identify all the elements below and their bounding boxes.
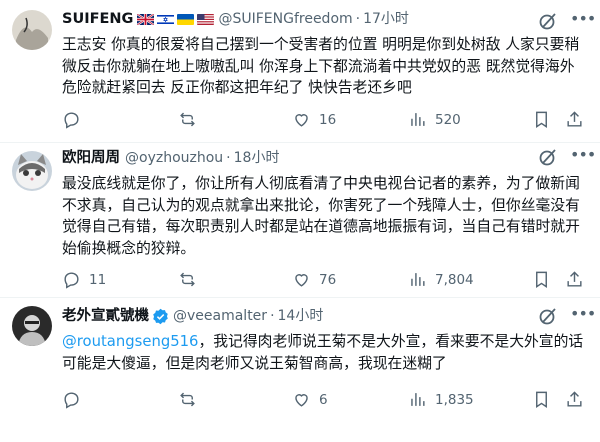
timestamp[interactable]: 14小时 xyxy=(278,305,324,327)
bookmark-button[interactable] xyxy=(532,270,551,289)
share-button[interactable] xyxy=(565,390,584,409)
view-count: 520 xyxy=(435,111,461,128)
handle[interactable]: @SUIFENGfreedom xyxy=(218,8,352,30)
reply-icon xyxy=(64,392,79,409)
display-name[interactable]: 老外宣貳號機 xyxy=(62,305,149,327)
more-options-icon[interactable]: ••• xyxy=(570,11,596,31)
repost-icon xyxy=(180,272,195,287)
tweet-content: SUIFENG @SUIFENGfreedom · 17小时 王志安 你真的很爱… xyxy=(62,8,586,99)
bookmark-icon xyxy=(536,271,547,288)
repost-button[interactable] xyxy=(178,270,205,289)
like-button[interactable]: 76 xyxy=(292,270,336,289)
reply-button[interactable]: 11 xyxy=(62,270,106,289)
reply-count: 11 xyxy=(89,271,107,288)
israel-flag-icon xyxy=(157,13,175,25)
verified-badge-icon[interactable] xyxy=(152,308,169,325)
tweet-actions xyxy=(62,422,586,442)
more-options-icon[interactable]: ••• xyxy=(570,147,596,167)
grok-icon[interactable] xyxy=(538,11,558,31)
tweet-header: 老外宣貳號機 @veeamalter · 14小时 xyxy=(62,305,586,327)
like-count: 6 xyxy=(319,391,328,408)
avatar[interactable] xyxy=(12,10,52,50)
avatar[interactable] xyxy=(12,306,52,346)
display-name[interactable]: SUIFENG xyxy=(62,8,133,30)
like-count: 16 xyxy=(319,111,337,128)
like-button[interactable]: 16 xyxy=(292,110,336,129)
more-options-icon[interactable]: ••• xyxy=(570,306,596,326)
repost-icon xyxy=(180,112,195,127)
bookmark-button[interactable] xyxy=(532,390,551,409)
grok-icon[interactable] xyxy=(538,147,558,167)
bookmark-icon xyxy=(536,391,547,408)
reply-button[interactable] xyxy=(62,110,89,129)
heart-icon xyxy=(295,274,308,287)
tweet-text: @routangseng516，我记得肉老师说王菊不是大外宣，看来要不是大外宣的… xyxy=(62,331,586,374)
views-icon xyxy=(411,273,425,286)
separator-dot: · xyxy=(226,150,231,166)
views-button[interactable]: 1,835 xyxy=(408,390,474,409)
tweet-header: SUIFENG @SUIFENGfreedom · 17小时 xyxy=(62,8,586,30)
share-icon xyxy=(567,391,582,407)
reply-icon xyxy=(64,112,79,129)
like-button[interactable]: 6 xyxy=(292,390,328,409)
us-flag-icon xyxy=(197,13,215,25)
views-button[interactable]: 7,804 xyxy=(408,270,474,289)
separator-dot: · xyxy=(270,308,275,324)
tweet-content: 欧阳周周 @oyzhouzhou · 18小时 最没底线就是你了，你让所有人彻底… xyxy=(62,147,586,259)
reply-button[interactable] xyxy=(62,390,89,409)
handle[interactable]: @oyzhouzhou xyxy=(125,147,223,169)
tweet-text: 最没底线就是你了，你让所有人彻底看清了中央电视台记者的素养，为了做新闻不求真，自… xyxy=(62,175,580,257)
share-button[interactable] xyxy=(565,110,584,129)
bookmark-button[interactable] xyxy=(532,110,551,129)
views-icon xyxy=(411,393,425,406)
avatar[interactable] xyxy=(12,151,52,191)
grok-icon[interactable] xyxy=(538,306,558,326)
separator-dot: · xyxy=(355,11,361,27)
views-button[interactable]: 520 xyxy=(408,110,461,129)
share-button[interactable] xyxy=(565,270,584,289)
reply-icon xyxy=(64,272,79,289)
handle[interactable]: @veeamalter xyxy=(173,305,267,327)
repost-button[interactable] xyxy=(178,110,205,129)
flag-emojis xyxy=(137,13,215,25)
view-count: 1,835 xyxy=(435,391,474,408)
reply-feed: SUIFENG @SUIFENGfreedom · 17小时 王志安 你真的很爱… xyxy=(0,0,600,422)
repost-button[interactable] xyxy=(178,390,205,409)
mention-link[interactable]: @routangseng516 xyxy=(62,333,198,350)
view-count: 7,804 xyxy=(435,271,474,288)
tweet-content: 老外宣貳號機 @veeamalter · 14小时 @routangseng51… xyxy=(62,305,586,374)
share-icon xyxy=(567,271,582,287)
bookmark-icon xyxy=(536,111,547,128)
display-name[interactable]: 欧阳周周 xyxy=(62,147,120,169)
timestamp[interactable]: 18小时 xyxy=(234,147,280,169)
timestamp[interactable]: 17小时 xyxy=(363,8,409,30)
tweet-text: 王志安 你真的很爱将自己摆到一个受害者的位置 明明是你到处树敌 人家只要稍微反击… xyxy=(62,36,580,96)
like-count: 76 xyxy=(319,271,337,288)
views-icon xyxy=(411,113,425,126)
heart-icon xyxy=(295,114,308,127)
repost-icon xyxy=(180,392,195,407)
uk-flag-icon xyxy=(137,13,155,25)
ukraine-flag-icon xyxy=(177,13,195,25)
heart-icon xyxy=(295,394,308,407)
tweet-header: 欧阳周周 @oyzhouzhou · 18小时 xyxy=(62,147,586,169)
share-icon xyxy=(567,111,582,127)
